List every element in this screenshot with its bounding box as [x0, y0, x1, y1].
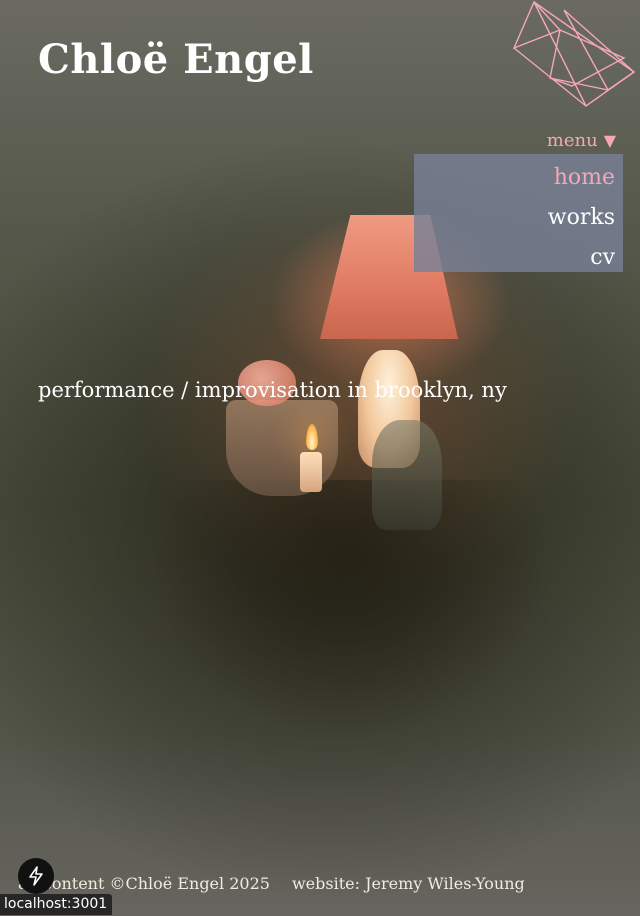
footer-copyright: all content ©Chloë Engel 2025 — [18, 874, 270, 893]
photo-candle — [300, 452, 322, 492]
menu-toggle-label: menu — [546, 130, 598, 151]
photo-table-shadow — [150, 480, 550, 740]
menu-item-cv[interactable]: cv — [590, 238, 615, 278]
triangle-down-icon: ▼ — [603, 131, 616, 150]
hero-tagline: performance / improvisation in brooklyn,… — [38, 378, 507, 402]
footer: all content ©Chloë Engel 2025 website: J… — [18, 874, 525, 893]
menu-dropdown: home works cv — [414, 154, 623, 272]
background-photo — [0, 0, 640, 916]
menu-item-home[interactable]: home — [554, 158, 615, 198]
menu-toggle-button[interactable]: menu ▼ — [547, 130, 616, 151]
geometric-pink-logo-icon[interactable] — [512, 0, 636, 110]
dev-url-label: localhost:3001 — [0, 894, 113, 915]
lightning-icon — [29, 866, 43, 886]
photo-bottle — [372, 420, 442, 530]
dev-tools-button[interactable] — [18, 858, 54, 894]
footer-credit-link[interactable]: website: Jeremy Wiles-Young — [292, 874, 525, 893]
site-title[interactable]: Chloë Engel — [38, 36, 314, 83]
menu-item-works[interactable]: works — [548, 198, 615, 238]
